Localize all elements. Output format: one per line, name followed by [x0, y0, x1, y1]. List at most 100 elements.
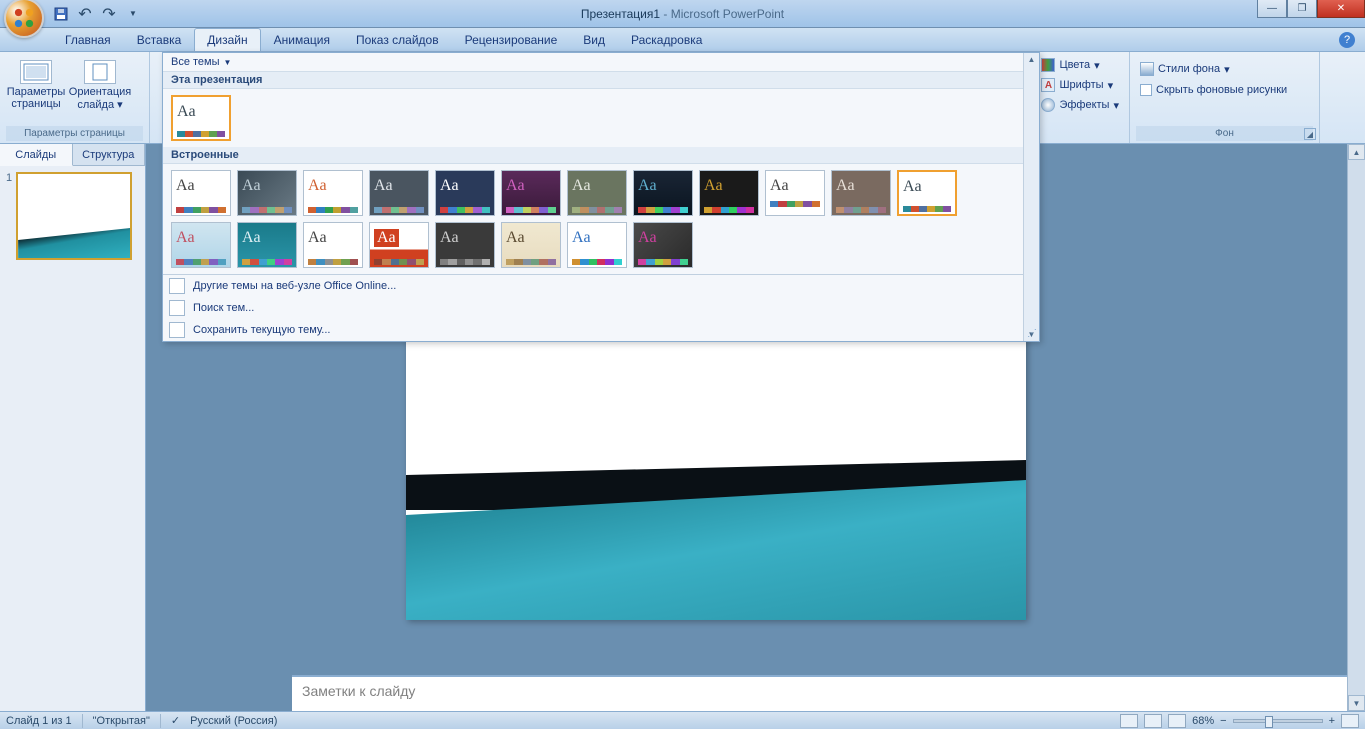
tab-review[interactable]: Рецензирование: [452, 28, 571, 51]
theme-item[interactable]: Aa: [633, 222, 693, 268]
folder-icon: [169, 300, 185, 316]
save-icon: [169, 322, 185, 338]
maximize-button[interactable]: ❐: [1287, 0, 1317, 18]
notes-pane[interactable]: Заметки к слайду: [292, 675, 1347, 711]
orientation-icon: [84, 60, 116, 84]
title-bar: ↶ ↷ ▼ Презентация1 - Microsoft PowerPoin…: [0, 0, 1365, 28]
colors-button[interactable]: Цвета ▾: [1037, 56, 1123, 74]
zoom-thumb[interactable]: [1265, 716, 1273, 728]
theme-item[interactable]: Aa: [303, 222, 363, 268]
thumb-number: 1: [6, 172, 12, 260]
slide-thumbnail-1[interactable]: [16, 172, 132, 260]
colors-icon: [1041, 58, 1055, 72]
gallery-section-this: Эта презентация: [163, 72, 1039, 89]
theme-item[interactable]: Aa: [303, 170, 363, 216]
tab-animation[interactable]: Анимация: [261, 28, 343, 51]
zoom-out-button[interactable]: −: [1220, 715, 1226, 727]
theme-current[interactable]: Aa: [171, 95, 231, 141]
qat-dropdown-icon[interactable]: ▼: [124, 5, 142, 23]
theme-item[interactable]: Aa: [237, 222, 297, 268]
gallery-menu: Другие темы на веб-узле Office Online...…: [163, 274, 1039, 341]
zoom-slider[interactable]: [1233, 719, 1323, 723]
theme-item-selected[interactable]: Aa: [897, 170, 957, 216]
tab-insert[interactable]: Вставка: [124, 28, 195, 51]
window-controls: ― ❐ ✕: [1257, 0, 1365, 18]
sorter-view-button[interactable]: [1144, 714, 1162, 728]
tab-view[interactable]: Вид: [570, 28, 618, 51]
theme-item[interactable]: Aa: [765, 170, 825, 216]
theme-item[interactable]: Aa: [171, 170, 231, 216]
group-page-setup-label: Параметры страницы: [6, 126, 143, 141]
theme-item[interactable]: Aa: [831, 170, 891, 216]
theme-item[interactable]: Aa: [237, 170, 297, 216]
theme-item[interactable]: Aa: [435, 222, 495, 268]
tab-home[interactable]: Главная: [52, 28, 124, 51]
tab-storyboard[interactable]: Раскадровка: [618, 28, 715, 51]
minimize-button[interactable]: ―: [1257, 0, 1287, 18]
scroll-down-icon[interactable]: ▼: [1348, 695, 1365, 711]
browse-themes[interactable]: Поиск тем...: [163, 297, 1039, 319]
save-current-theme[interactable]: Сохранить текущую тему...: [163, 319, 1039, 341]
theme-item[interactable]: Aa: [171, 222, 231, 268]
group-background-label: Фон: [1136, 126, 1313, 141]
page-setup-label: Параметры страницы: [7, 86, 66, 110]
slideshow-view-button[interactable]: [1168, 714, 1186, 728]
redo-icon[interactable]: ↷: [100, 5, 118, 23]
slide-orientation-button[interactable]: Ориентация слайда ▾: [70, 56, 130, 115]
undo-icon[interactable]: ↶: [76, 5, 94, 23]
thumb-decoration: [18, 228, 130, 258]
status-slide-count: Слайд 1 из 1: [6, 715, 72, 727]
slide-thumbnails: 1: [0, 166, 145, 711]
page-setup-button[interactable]: Параметры страницы: [6, 56, 66, 114]
slide-decoration: [406, 460, 1026, 620]
theme-item[interactable]: Aa: [633, 170, 693, 216]
themes-gallery-dropdown: Все темы▼ Эта презентация Aa Встроенные …: [162, 52, 1040, 342]
group-background: Стили фона ▾ Скрыть фоновые рисунки Фон …: [1130, 52, 1320, 143]
fonts-icon: A: [1041, 78, 1055, 92]
effects-button[interactable]: Эффекты ▾: [1037, 96, 1123, 114]
gallery-header[interactable]: Все темы▼: [163, 53, 1039, 72]
ribbon-tabs: Главная Вставка Дизайн Анимация Показ сл…: [0, 28, 1365, 52]
normal-view-button[interactable]: [1120, 714, 1138, 728]
panel-tabs: Слайды Структура: [0, 144, 145, 166]
fit-window-button[interactable]: [1341, 714, 1359, 728]
background-styles-button[interactable]: Стили фона ▾: [1136, 60, 1234, 78]
tab-design[interactable]: Дизайн: [194, 28, 260, 51]
more-themes-online[interactable]: Другие темы на веб-узле Office Online...: [163, 275, 1039, 297]
scroll-up-icon[interactable]: ▲: [1028, 55, 1036, 64]
theme-item[interactable]: Aa: [501, 222, 561, 268]
status-language[interactable]: Русский (Россия): [190, 715, 277, 727]
theme-item[interactable]: Aa: [567, 170, 627, 216]
theme-item[interactable]: Aa: [501, 170, 561, 216]
fonts-button[interactable]: AШрифты ▾: [1037, 76, 1123, 94]
help-icon[interactable]: ?: [1339, 32, 1355, 48]
orientation-label: Ориентация слайда ▾: [69, 86, 131, 111]
theme-item[interactable]: Aa: [567, 222, 627, 268]
theme-item[interactable]: Aa: [699, 170, 759, 216]
tab-slideshow[interactable]: Показ слайдов: [343, 28, 452, 51]
chevron-down-icon: ▼: [224, 58, 232, 67]
theme-item[interactable]: Aa: [435, 170, 495, 216]
scroll-up-icon[interactable]: ▲: [1348, 144, 1365, 160]
close-button[interactable]: ✕: [1317, 0, 1365, 18]
tab-outline[interactable]: Структура: [73, 144, 146, 165]
status-bar: Слайд 1 из 1 "Открытая" ✓ Русский (Росси…: [0, 711, 1365, 729]
dialog-launcher-icon[interactable]: ◢: [1304, 128, 1316, 140]
theme-item[interactable]: Aa: [369, 222, 429, 268]
hide-bg-checkbox[interactable]: Скрыть фоновые рисунки: [1136, 82, 1291, 98]
spellcheck-icon[interactable]: ✓: [171, 714, 180, 727]
slides-panel: Слайды Структура 1: [0, 144, 146, 711]
window-title: Презентация1 - Microsoft PowerPoint: [581, 7, 784, 21]
document-name: Презентация1: [581, 7, 660, 21]
bg-styles-icon: [1140, 62, 1154, 76]
vertical-scrollbar[interactable]: ▲ ▼: [1347, 144, 1365, 711]
tab-slides[interactable]: Слайды: [0, 144, 73, 166]
resize-grip-icon[interactable]: ⋰: [1027, 328, 1037, 339]
theme-item[interactable]: Aa: [369, 170, 429, 216]
gallery-section-builtin: Встроенные: [163, 147, 1039, 164]
status-theme-name: "Открытая": [93, 715, 150, 727]
save-icon[interactable]: [52, 5, 70, 23]
app-name: Microsoft PowerPoint: [671, 7, 784, 21]
zoom-value[interactable]: 68%: [1192, 715, 1214, 727]
zoom-in-button[interactable]: +: [1329, 715, 1335, 727]
